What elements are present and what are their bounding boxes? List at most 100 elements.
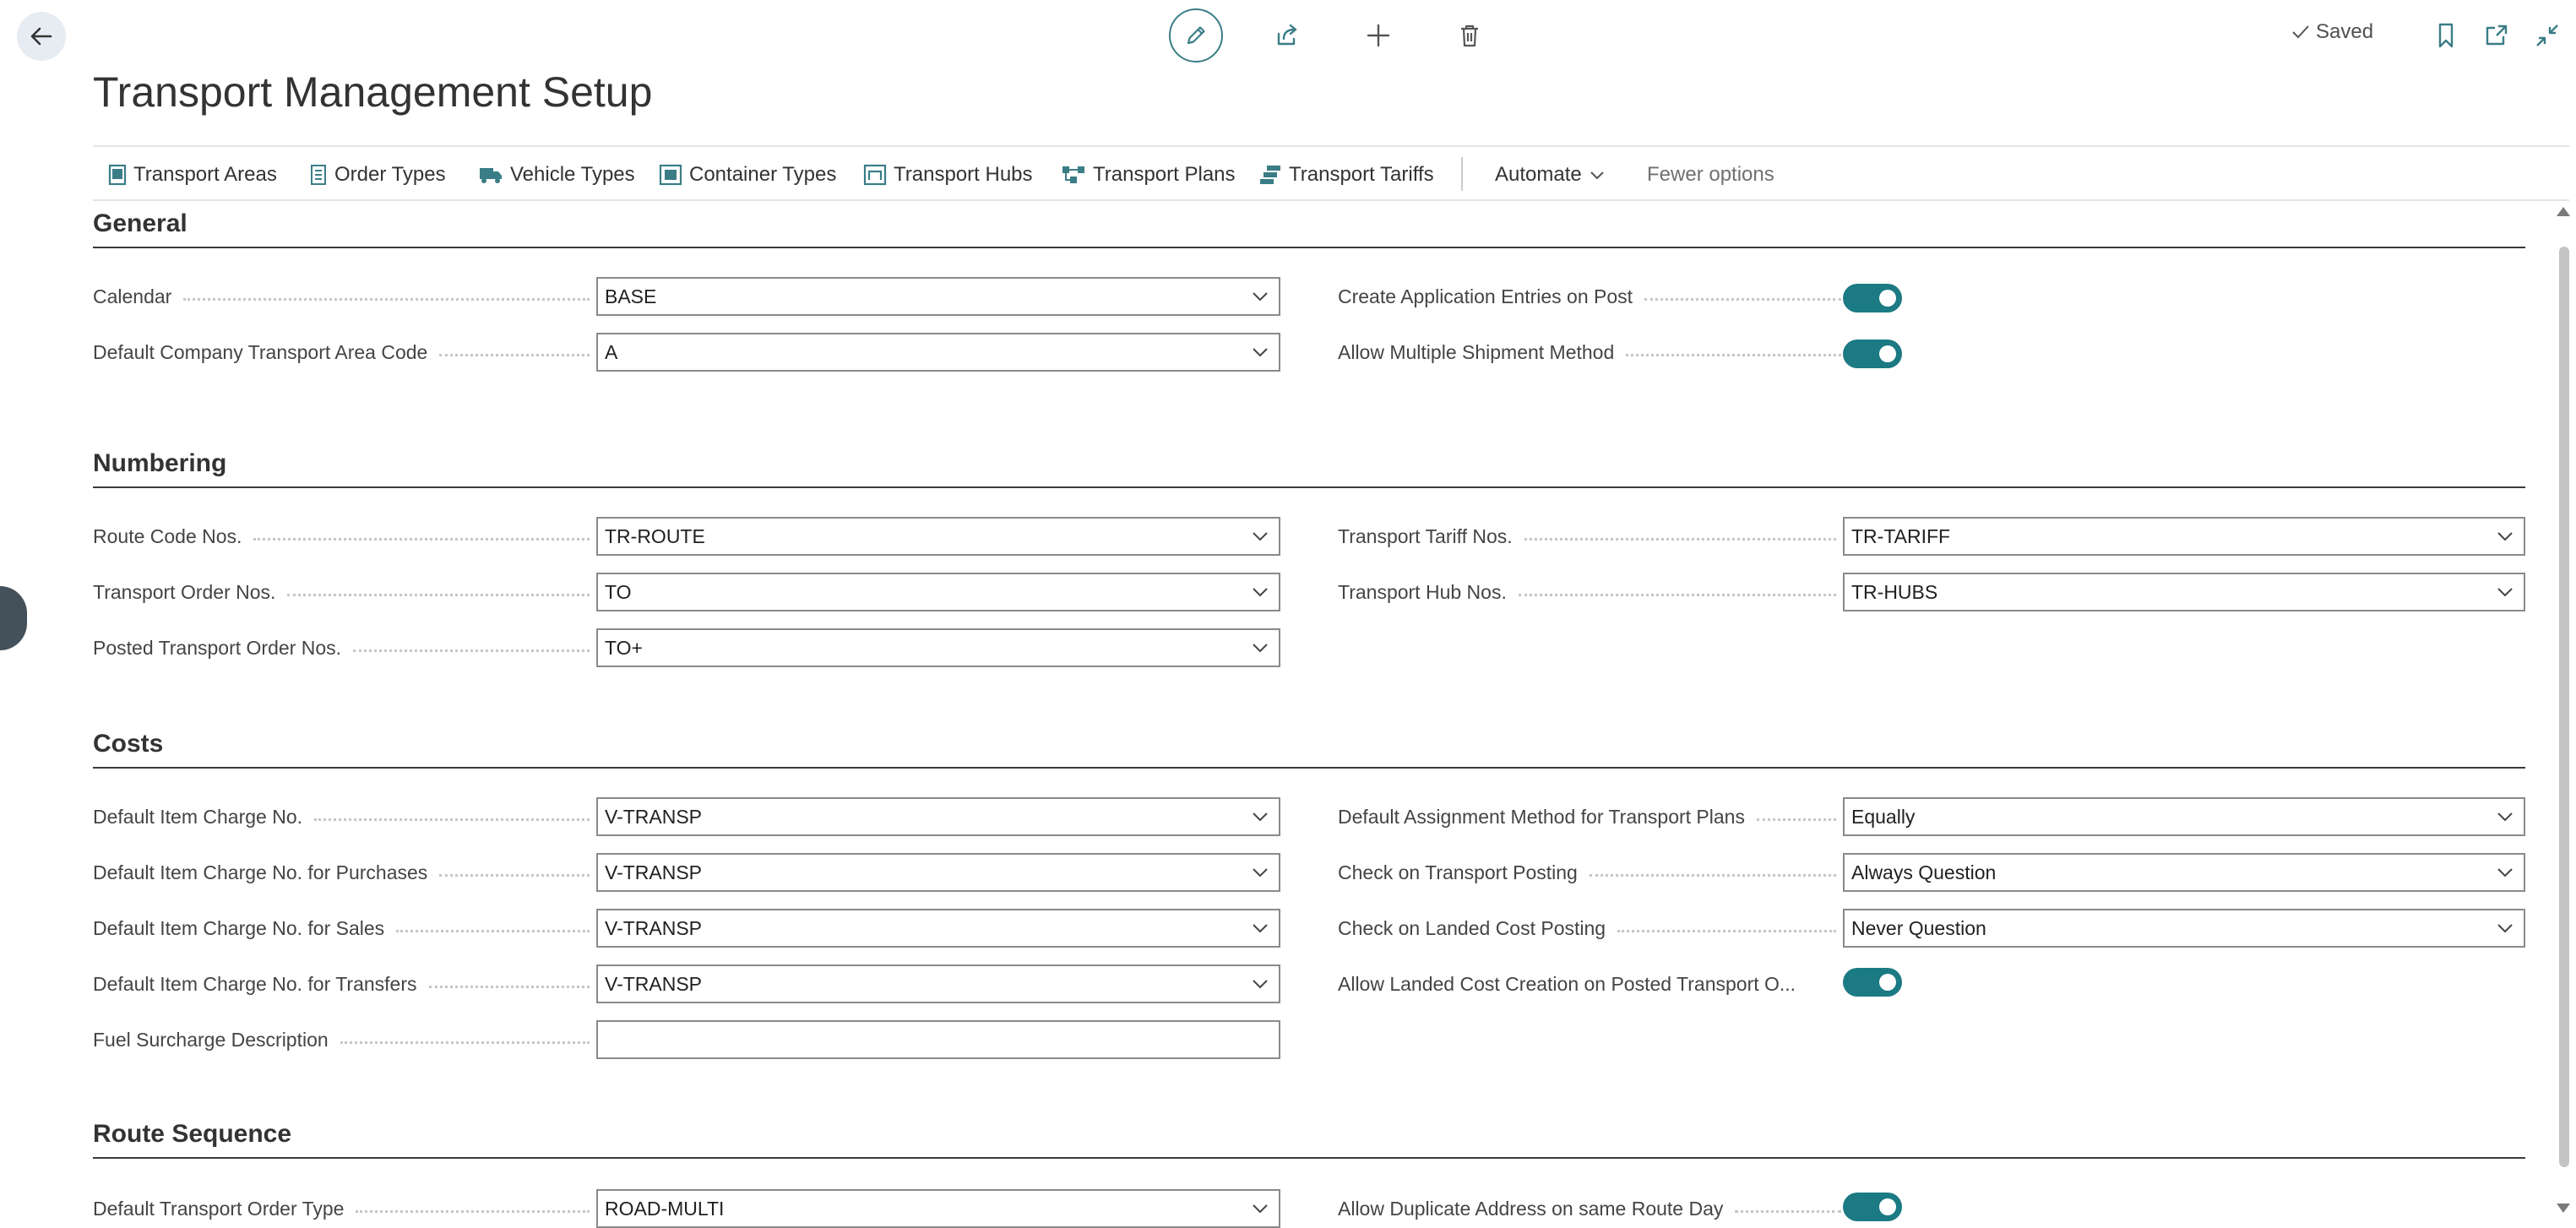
transport-order-select[interactable]: TO: [596, 573, 1280, 611]
chevron-down-icon: [1590, 171, 1604, 180]
action-vehicle-types[interactable]: Vehicle Types: [478, 162, 635, 187]
scroll-down-arrow-icon[interactable]: [2557, 1204, 2570, 1213]
action-label: Transport Plans: [1093, 163, 1236, 186]
edit-button[interactable]: [1169, 8, 1223, 62]
check-transport-select[interactable]: Always Question: [1843, 853, 2525, 892]
action-label: Vehicle Types: [510, 163, 635, 186]
section-title-costs[interactable]: Costs: [93, 730, 163, 758]
share-icon: [1277, 24, 1297, 46]
allow-multiple-toggle[interactable]: [1843, 340, 1902, 368]
field-label-fuel-surcharge: Fuel Surcharge Description: [93, 1029, 593, 1051]
create-entries-toggle[interactable]: [1843, 284, 1902, 312]
checkmark-icon: [2292, 25, 2309, 39]
chevron-down-icon: [2486, 910, 2524, 947]
document-icon: [311, 165, 326, 185]
toggle-knob: [1879, 1198, 1896, 1215]
field-label-tariff: Transport Tariff Nos.: [1338, 525, 1840, 548]
section-title-general[interactable]: General: [93, 209, 187, 238]
toggle-knob: [1879, 974, 1896, 991]
check-landed-select[interactable]: Never Question: [1843, 909, 2525, 948]
scrollbar-thumb[interactable]: [2559, 247, 2569, 1167]
field-label-allow-multiple: Allow Multiple Shipment Method: [1338, 341, 1845, 364]
share-button[interactable]: [1270, 19, 1304, 52]
back-button[interactable]: [17, 12, 66, 61]
item-charge-sales-select[interactable]: V-TRANSP: [596, 909, 1280, 948]
item-charge-select[interactable]: V-TRANSP: [596, 797, 1280, 836]
saved-label: Saved: [2316, 20, 2374, 43]
item-charge-purchases-select[interactable]: V-TRANSP: [596, 853, 1280, 892]
new-button[interactable]: [1361, 19, 1395, 52]
allow-duplicate-toggle[interactable]: [1843, 1193, 1902, 1221]
action-transport-tariffs[interactable]: Transport Tariffs: [1258, 162, 1434, 187]
action-transport-hubs[interactable]: Transport Hubs: [863, 162, 1033, 187]
tariff-select[interactable]: TR-TARIFF: [1843, 517, 2525, 556]
saved-status: Saved: [2291, 20, 2373, 44]
field-label-item-charge-transfers: Default Item Charge No. for Transfers: [93, 973, 593, 996]
field-label-hub: Transport Hub Nos.: [1338, 581, 1840, 604]
section-title-route-sequence[interactable]: Route Sequence: [93, 1120, 291, 1149]
chevron-down-icon: [1242, 798, 1279, 835]
action-label: Fewer options: [1647, 163, 1774, 186]
allow-landed-toggle[interactable]: [1843, 968, 1902, 997]
order-type-select[interactable]: ROAD-MULTI: [596, 1189, 1280, 1228]
collapse-button[interactable]: [2530, 19, 2564, 52]
chevron-down-icon: [2486, 854, 2524, 891]
posted-order-select[interactable]: TO+: [596, 628, 1280, 667]
field-label-item-charge-purchases: Default Item Charge No. for Purchases: [93, 861, 593, 884]
action-transport-areas[interactable]: Transport Areas: [108, 162, 277, 187]
action-container-types[interactable]: Container Types: [659, 162, 836, 187]
scroll-up-arrow-icon[interactable]: [2557, 207, 2570, 216]
action-label: Transport Areas: [133, 163, 277, 186]
field-label-allow-landed: Allow Landed Cost Creation on Posted Tra…: [1338, 973, 1796, 995]
section-divider: [93, 1157, 2525, 1159]
bookmark-icon: [2438, 23, 2454, 48]
edit-pencil-icon: [1187, 26, 1205, 45]
field-label-calendar: Calendar: [93, 285, 593, 308]
delete-button[interactable]: [1453, 19, 1486, 52]
tariff-stack-icon: [1260, 166, 1280, 184]
section-divider: [93, 486, 2525, 488]
open-new-window-button[interactable]: [2480, 19, 2514, 52]
plan-network-icon: [1062, 166, 1084, 183]
automate-menu[interactable]: Automate: [1495, 162, 1606, 187]
collapse-icon: [2536, 24, 2558, 46]
section-divider: [93, 247, 2525, 248]
assignment-method-select[interactable]: Equally: [1843, 797, 2525, 836]
fuel-surcharge-input[interactable]: [596, 1020, 1280, 1059]
toggle-knob: [1879, 345, 1896, 362]
field-label-assignment-method: Default Assignment Method for Transport …: [1338, 806, 1840, 829]
chevron-down-icon: [1242, 278, 1279, 315]
toggle-knob: [1879, 290, 1896, 307]
fewer-options-button[interactable]: Fewer options: [1647, 162, 1774, 187]
chevron-down-icon: [1242, 334, 1279, 371]
field-label-item-charge: Default Item Charge No.: [93, 806, 593, 829]
action-transport-plans[interactable]: Transport Plans: [1061, 162, 1236, 187]
new-plus-icon: [1367, 24, 1390, 47]
chevron-down-icon: [1242, 629, 1279, 666]
chevron-down-icon: [1242, 854, 1279, 891]
bookmark-button[interactable]: [2429, 19, 2463, 52]
field-label-item-charge-sales: Default Item Charge No. for Sales: [93, 917, 593, 940]
delete-trash-icon: [1461, 24, 1478, 47]
field-label-check-transport: Check on Transport Posting: [1338, 861, 1840, 884]
item-charge-transfers-select[interactable]: V-TRANSP: [596, 964, 1280, 1003]
route-code-select[interactable]: TR-ROUTE: [596, 517, 1280, 556]
action-order-types[interactable]: Order Types: [309, 162, 446, 187]
action-label: Transport Hubs: [894, 163, 1033, 186]
truck-icon: [480, 168, 502, 183]
list-page-icon: [108, 164, 127, 186]
section-title-numbering[interactable]: Numbering: [93, 449, 226, 478]
field-label-create-entries: Create Application Entries on Post: [1338, 285, 1845, 308]
back-arrow-icon: [30, 27, 52, 46]
open-new-window-icon: [2486, 24, 2508, 46]
field-label-route-code: Route Code Nos.: [93, 525, 593, 548]
side-panel-tab[interactable]: [0, 586, 27, 650]
field-label-order-type: Default Transport Order Type: [93, 1198, 593, 1220]
container-icon: [659, 164, 682, 186]
default-area-select[interactable]: A: [596, 333, 1280, 372]
hub-select[interactable]: TR-HUBS: [1843, 573, 2525, 611]
field-label-check-landed: Check on Landed Cost Posting: [1338, 917, 1840, 940]
chevron-down-icon: [1242, 965, 1279, 1003]
calendar-select[interactable]: BASE: [596, 277, 1280, 316]
chevron-down-icon: [2486, 518, 2524, 555]
